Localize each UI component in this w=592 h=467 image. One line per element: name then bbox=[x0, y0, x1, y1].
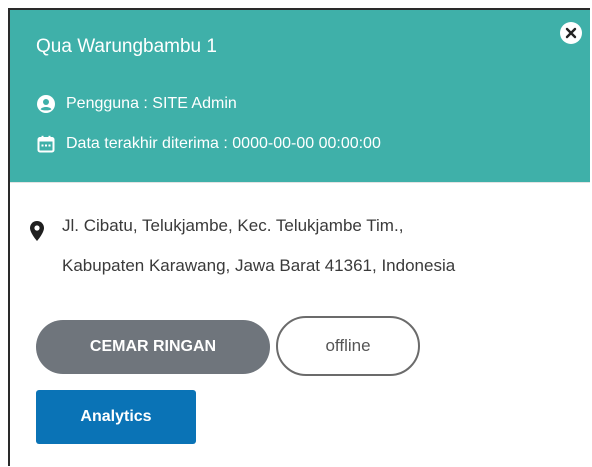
address-block: Jl. Cibatu, Telukjambe, Kec. Telukjambe … bbox=[30, 206, 570, 286]
user-label: Pengguna : SITE Admin bbox=[66, 95, 237, 112]
address-line-2: Kabupaten Karawang, Jawa Barat 41361, In… bbox=[62, 256, 456, 275]
address-text: Jl. Cibatu, Telukjambe, Kec. Telukjambe … bbox=[62, 206, 455, 286]
last-data-label: Data terakhir diterima : 0000-00-00 00:0… bbox=[66, 135, 381, 152]
last-data-row: Data terakhir diterima : 0000-00-00 00:0… bbox=[36, 134, 381, 154]
status-badge: CEMAR RINGAN bbox=[36, 320, 270, 374]
header-divider bbox=[10, 182, 590, 183]
analytics-button[interactable]: Analytics bbox=[36, 390, 196, 444]
location-popup-card: Qua Warungbambu 1 Pengguna : SITE Admin bbox=[8, 8, 590, 466]
calendar-icon bbox=[36, 134, 56, 154]
map-pin-icon bbox=[30, 206, 46, 286]
user-circle-icon bbox=[36, 94, 56, 114]
popup-title: Qua Warungbambu 1 bbox=[36, 36, 217, 57]
popup-header: Qua Warungbambu 1 Pengguna : SITE Admin bbox=[10, 10, 590, 182]
address-line-1: Jl. Cibatu, Telukjambe, Kec. Telukjambe … bbox=[62, 216, 404, 235]
user-info-row: Pengguna : SITE Admin bbox=[36, 94, 237, 114]
close-button[interactable] bbox=[560, 22, 582, 44]
close-icon bbox=[565, 27, 577, 39]
connection-status-badge: offline bbox=[276, 316, 420, 376]
